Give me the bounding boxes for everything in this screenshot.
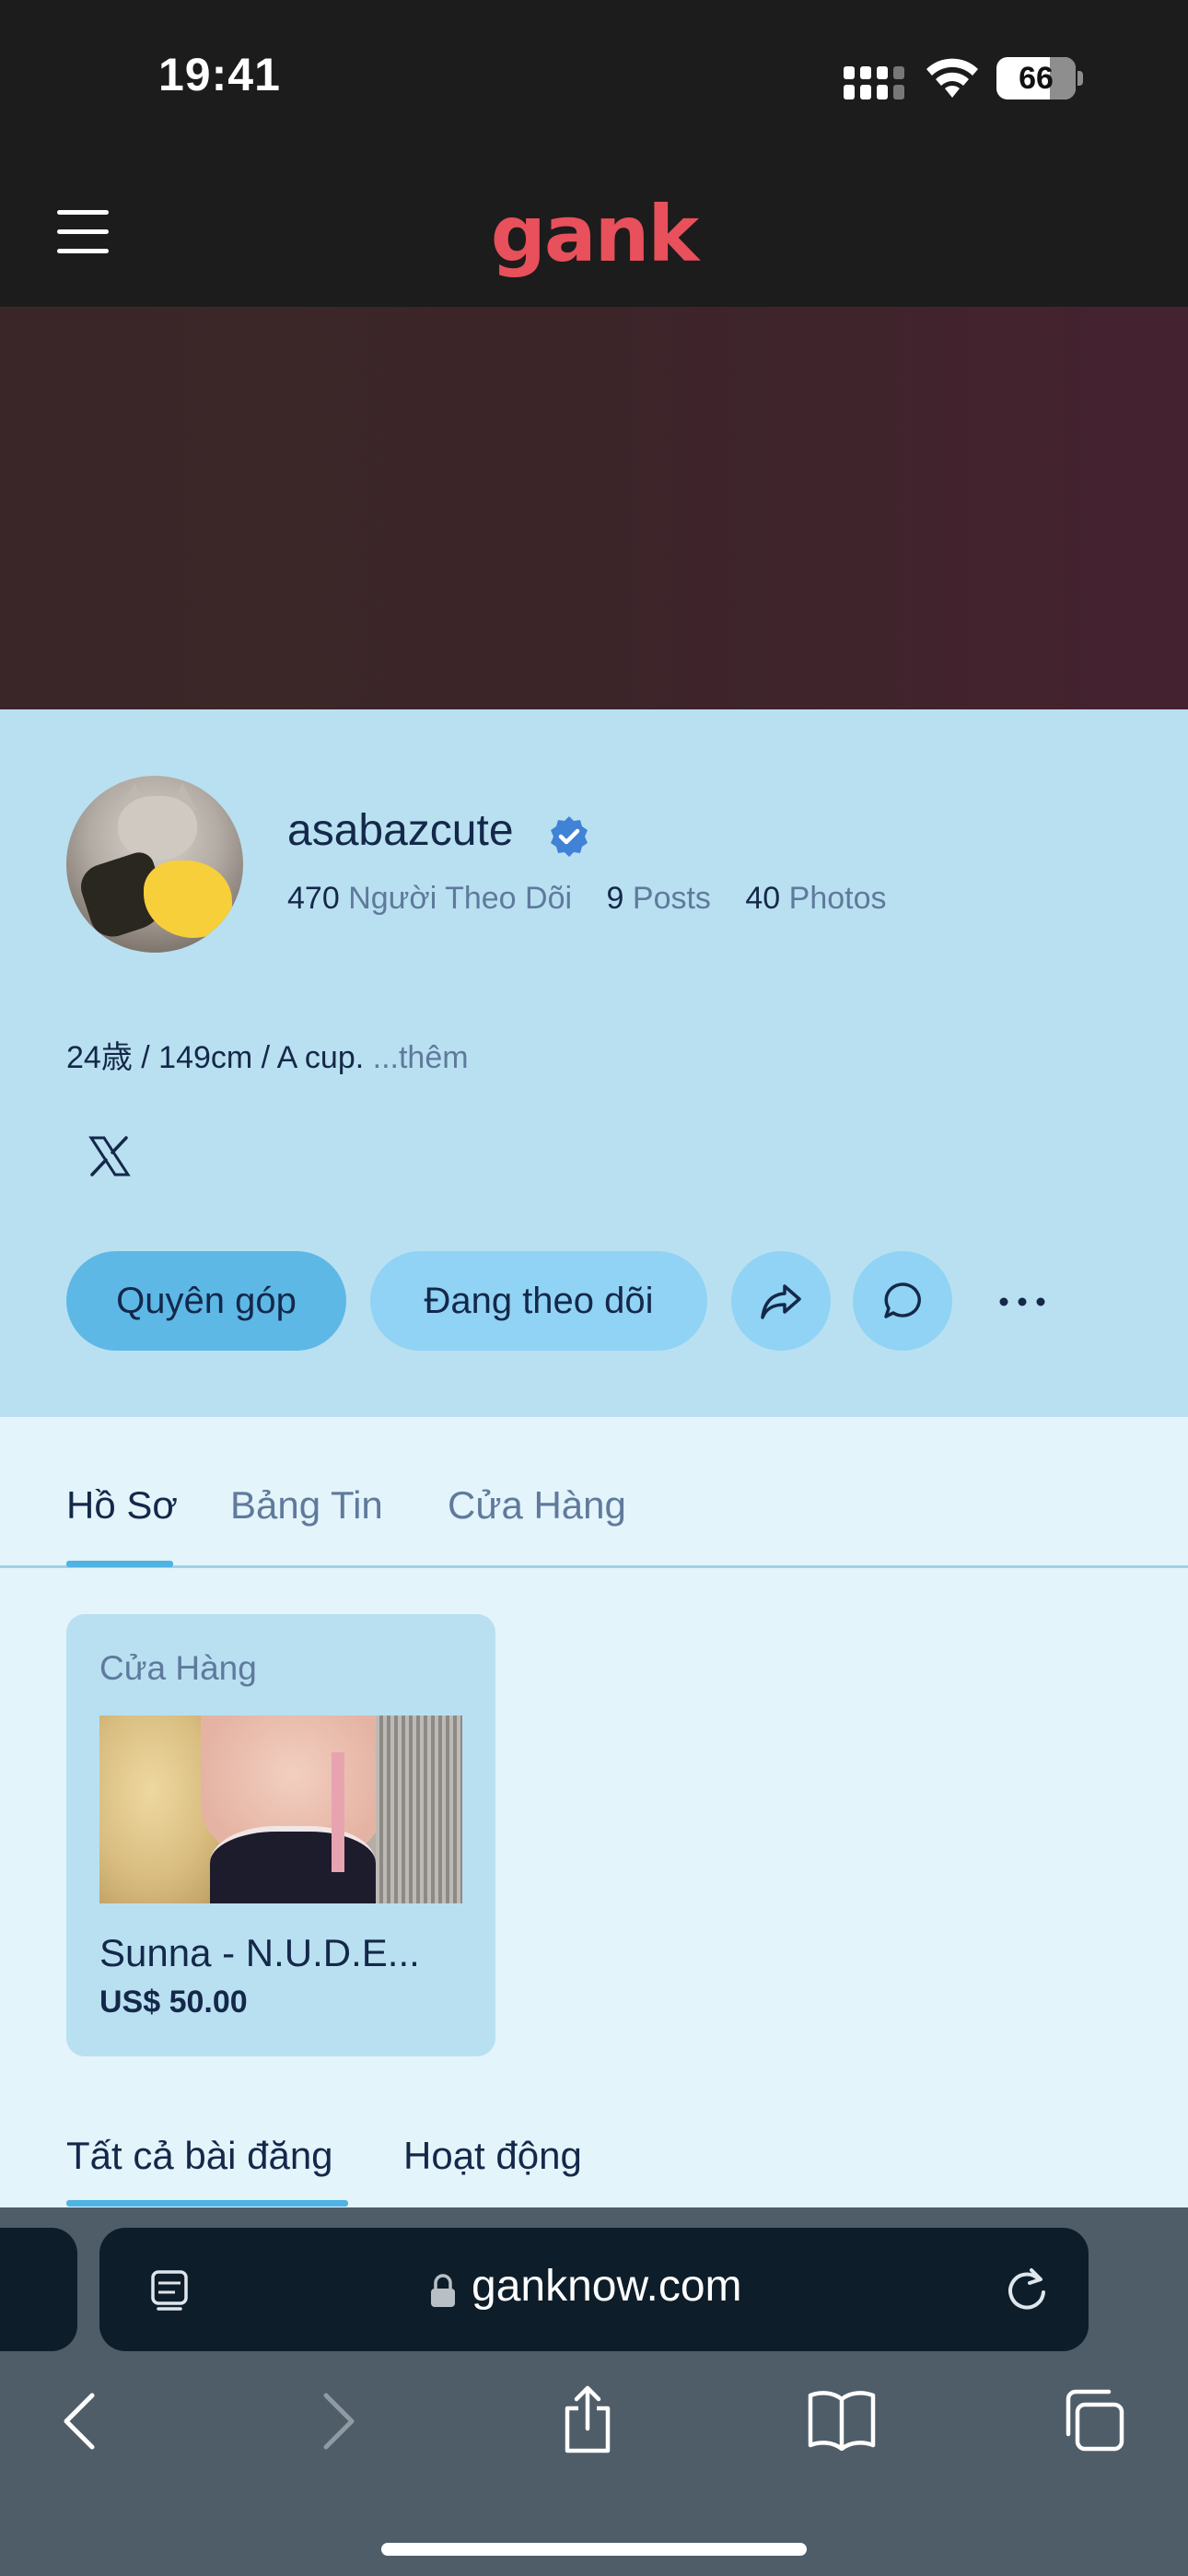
status-time: 19:41 <box>158 49 281 100</box>
forward-icon[interactable] <box>320 2392 357 2451</box>
reload-icon[interactable] <box>1004 2266 1050 2314</box>
url-text[interactable]: ganknow.com <box>472 2261 742 2312</box>
profile-username: asabazcute <box>287 806 514 855</box>
more-options-icon[interactable] <box>996 1279 1048 1325</box>
back-icon[interactable] <box>61 2392 98 2451</box>
home-indicator <box>381 2543 807 2556</box>
message-button[interactable] <box>853 1251 952 1351</box>
active-tab-indicator <box>66 1561 173 1567</box>
profile-stats: 470 Người Theo Dõi 9 Posts 40 Photos <box>287 881 913 917</box>
profile-tabs: Hồ Sơ Bảng Tin Cửa Hàng <box>0 1417 1188 1568</box>
shop-item-thumbnail[interactable] <box>99 1715 462 1903</box>
profile-bio: 24歳 / 149cm / A cup. ...thêm <box>66 1040 469 1075</box>
cellular-signal-icon <box>844 66 904 100</box>
gank-logo[interactable]: gank <box>0 189 1188 279</box>
reader-page-icon[interactable] <box>147 2268 192 2316</box>
shop-card-title: Cửa Hàng <box>99 1649 257 1687</box>
shop-item-price: US$ 50.00 <box>99 1985 248 2020</box>
status-bar: 19:41 66 <box>0 0 1188 166</box>
posts-stat: 9 Posts <box>606 881 711 916</box>
profile-cover-banner <box>0 307 1188 709</box>
tab-activity[interactable]: Hoạt động <box>403 2134 582 2178</box>
photos-stat: 40 Photos <box>745 881 887 916</box>
bookmarks-icon[interactable] <box>807 2388 877 2451</box>
previous-tab-pill[interactable] <box>0 2228 77 2351</box>
profile-section: asabazcute 470 Người Theo Dõi 9 Posts 40… <box>0 709 1188 1417</box>
followers-stat[interactable]: 470 Người Theo Dõi <box>287 881 572 916</box>
wifi-icon <box>926 58 978 98</box>
shop-card[interactable]: Cửa Hàng Sunna - N.U.D.E... US$ 50.00 <box>66 1614 495 2056</box>
avatar[interactable] <box>66 776 243 953</box>
donate-button[interactable]: Quyên góp <box>66 1251 346 1351</box>
tab-all-posts[interactable]: Tất cả bài đăng <box>66 2134 333 2178</box>
bio-more-link[interactable]: ...thêm <box>373 1040 469 1075</box>
lock-icon <box>431 2274 455 2307</box>
tab-feed[interactable]: Bảng Tin <box>230 1483 383 1528</box>
app-header: gank <box>0 166 1188 307</box>
battery-level: 66 <box>1019 61 1054 96</box>
following-button[interactable]: Đang theo dõi <box>370 1251 707 1351</box>
browser-toolbar: ganknow.com <box>0 2207 1188 2576</box>
tabs-icon[interactable] <box>1061 2388 1125 2453</box>
battery-icon: 66 <box>996 57 1083 100</box>
tab-profile[interactable]: Hồ Sơ <box>66 1483 178 1528</box>
chat-bubble-icon <box>884 1282 921 1318</box>
x-social-icon[interactable] <box>88 1135 131 1177</box>
tab-shop[interactable]: Cửa Hàng <box>448 1483 626 1528</box>
share-icon[interactable] <box>560 2384 615 2454</box>
share-arrow-icon <box>761 1284 801 1319</box>
content-area: Hồ Sơ Bảng Tin Cửa Hàng Cửa Hàng Sunna -… <box>0 1417 1188 2207</box>
share-button[interactable] <box>731 1251 831 1351</box>
verified-badge-icon <box>551 816 588 857</box>
post-tab-indicator <box>66 2200 348 2207</box>
shop-item-name: Sunna - N.U.D.E... <box>99 1931 420 1974</box>
address-bar[interactable]: ganknow.com <box>99 2228 1089 2351</box>
